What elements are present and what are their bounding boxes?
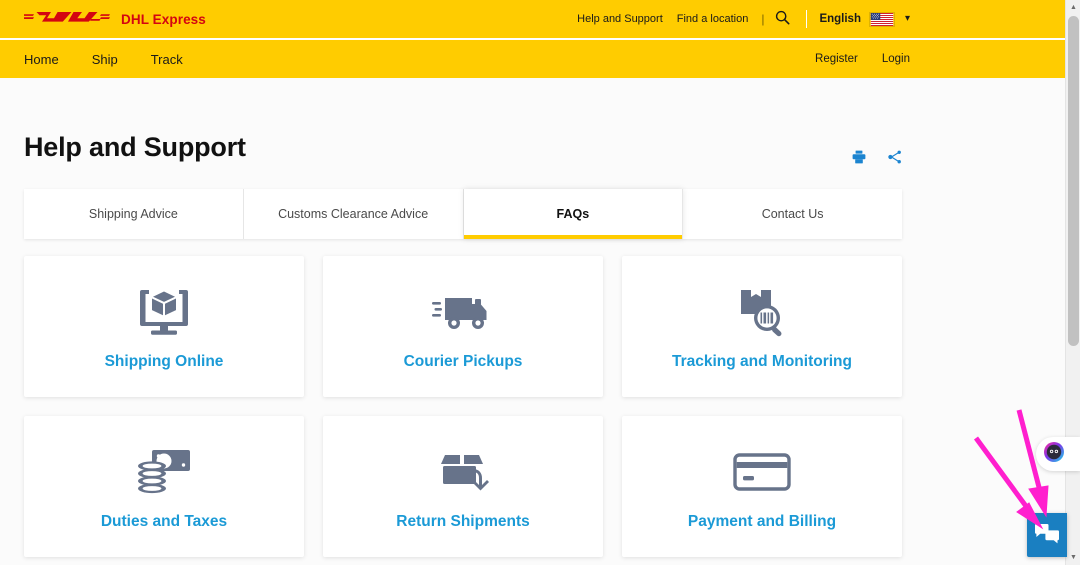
- brand-logo-link[interactable]: DHL Express: [24, 8, 206, 30]
- nav-account-links: Register Login: [815, 53, 910, 65]
- card-shipping-online[interactable]: Shipping Online: [24, 256, 304, 397]
- tab-customs-clearance-advice[interactable]: Customs Clearance Advice: [243, 189, 464, 239]
- site-header: DHL Express Help and Support Find a loca…: [0, 0, 1065, 38]
- card-label: Shipping Online: [104, 352, 224, 370]
- page-title: Help and Support: [24, 132, 246, 162]
- browser-viewport: DHL Express Help and Support Find a loca…: [0, 0, 1080, 565]
- print-button[interactable]: [849, 148, 869, 168]
- box-return-arrow-icon: [434, 443, 492, 501]
- package-magnifier-icon: [733, 283, 791, 341]
- delivery-truck-icon: [432, 283, 494, 341]
- monitor-package-icon: [136, 283, 192, 341]
- card-label: Return Shipments: [396, 512, 530, 530]
- card-courier-pickups[interactable]: Courier Pickups: [323, 256, 603, 397]
- page-content: DHL Express Help and Support Find a loca…: [0, 0, 1065, 565]
- credit-card-icon: [733, 443, 791, 501]
- language-label: English: [819, 13, 861, 25]
- card-duties-and-taxes[interactable]: Duties and Taxes: [24, 416, 304, 557]
- coins-banknote-icon: [135, 443, 193, 501]
- nav-primary-links: Home Ship Track: [24, 52, 183, 67]
- print-icon: [851, 149, 867, 168]
- scroll-up-icon[interactable]: ▲: [1066, 0, 1080, 15]
- scroll-down-icon[interactable]: ▼: [1066, 550, 1080, 565]
- header-link-find-a-location[interactable]: Find a location: [670, 0, 756, 38]
- card-tracking-and-monitoring[interactable]: Tracking and Monitoring: [622, 256, 902, 397]
- extension-badge[interactable]: [1036, 437, 1080, 471]
- language-selector[interactable]: English ▾: [819, 11, 910, 27]
- header-utility-nav: Help and Support Find a location | Engli…: [570, 0, 910, 38]
- main-content: Help and Support Shipping Advice Customs…: [0, 132, 1065, 565]
- chat-widget-button[interactable]: [1027, 513, 1067, 557]
- main-navigation: Home Ship Track Register Login: [0, 38, 1065, 78]
- brand-name: DHL Express: [121, 11, 206, 27]
- us-flag-icon: [868, 11, 895, 27]
- tab-bar: Shipping Advice Customs Clearance Advice…: [24, 189, 902, 239]
- card-label: Duties and Taxes: [100, 512, 228, 530]
- header-link-help-and-support[interactable]: Help and Support: [570, 0, 670, 38]
- login-link[interactable]: Login: [882, 53, 910, 65]
- share-button[interactable]: [885, 148, 905, 168]
- card-payment-and-billing[interactable]: Payment and Billing: [622, 416, 902, 557]
- card-return-shipments[interactable]: Return Shipments: [323, 416, 603, 557]
- page-utility-icons: [849, 148, 905, 168]
- nav-item-track[interactable]: Track: [151, 52, 183, 67]
- dhl-logo-icon: [24, 8, 110, 30]
- tab-faqs[interactable]: FAQs: [463, 189, 684, 239]
- faq-category-grid: Shipping Online Courier Pickups Tracking…: [24, 256, 902, 557]
- tab-shipping-advice[interactable]: Shipping Advice: [24, 189, 244, 239]
- search-icon: [775, 10, 790, 28]
- search-button[interactable]: [770, 7, 794, 31]
- header-vertical-separator: [806, 10, 808, 28]
- extension-face-icon: [1043, 441, 1065, 468]
- card-label: Courier Pickups: [403, 352, 523, 370]
- share-icon: [887, 149, 903, 168]
- chat-bubbles-icon: [1034, 523, 1060, 548]
- nav-item-ship[interactable]: Ship: [92, 52, 118, 67]
- scrollbar-thumb[interactable]: [1068, 16, 1079, 346]
- nav-item-home[interactable]: Home: [24, 52, 59, 67]
- vertical-scrollbar[interactable]: ▲ ▼: [1065, 0, 1080, 565]
- card-label: Tracking and Monitoring: [672, 352, 852, 370]
- chevron-down-icon: ▾: [904, 13, 910, 24]
- card-label: Payment and Billing: [687, 512, 837, 530]
- tab-contact-us[interactable]: Contact Us: [683, 189, 902, 239]
- header-divider: |: [761, 12, 765, 26]
- register-link[interactable]: Register: [815, 53, 858, 65]
